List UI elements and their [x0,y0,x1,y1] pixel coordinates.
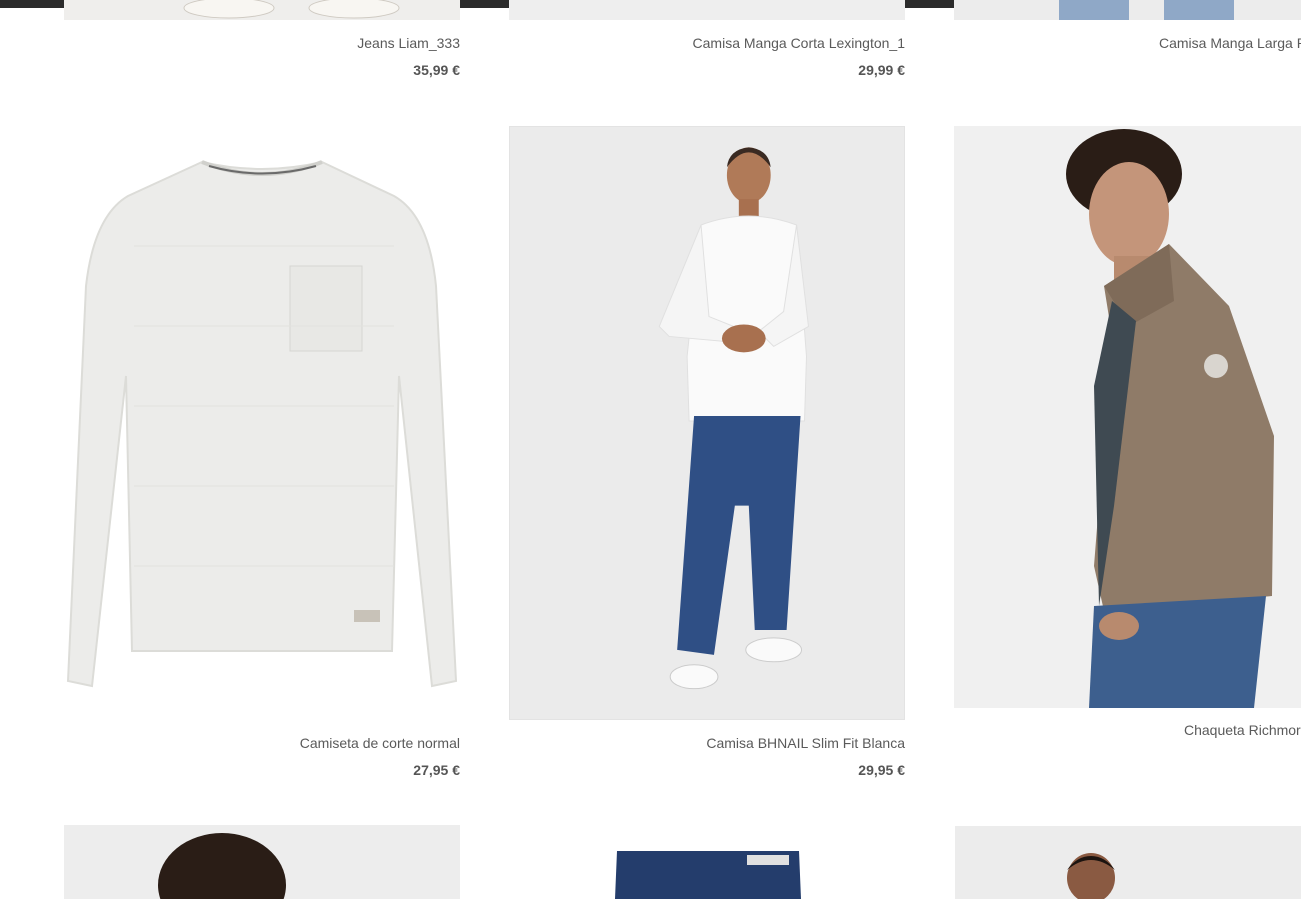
product-image-row3-col2[interactable] [509,825,905,899]
sneakers-image [64,0,460,20]
product-image-row3-col3[interactable] [955,826,1301,899]
product-price: 27,95 € [413,762,460,778]
product-name[interactable]: Camisa BHNAIL Slim Fit Blanca [706,735,905,751]
model-white-shirt-image [510,127,904,719]
product-image-row3-col1[interactable] [64,825,460,899]
product-price: 29,99 € [858,62,905,78]
model-jacket-image [954,126,1301,708]
product-name[interactable]: Chaqueta Richmor [1184,722,1301,738]
product-image-jeans-liam[interactable] [64,0,460,20]
product-image-camisa-lexington[interactable] [509,0,905,20]
product-image-camisa-manga-larga[interactable] [954,0,1301,20]
model-head-image [64,825,460,899]
jeans-product-image [509,825,905,899]
model-head-small-image [955,826,1301,899]
product-name[interactable]: Jeans Liam_333 [357,35,460,51]
product-name[interactable]: Camisa Manga Larga P [1159,35,1301,51]
product-image-camisa-bhnail[interactable] [509,126,905,720]
jeans-image [954,0,1301,20]
product-price: 35,99 € [413,62,460,78]
product-name[interactable]: Camisa Manga Corta Lexington_1 [693,35,905,51]
product-price: 29,95 € [858,762,905,778]
longsleeve-tshirt-image [64,126,460,720]
product-image-chaqueta-richmond[interactable] [954,126,1301,708]
product-name[interactable]: Camiseta de corte normal [300,735,460,751]
product-image-camiseta-corte-normal[interactable] [64,126,460,720]
